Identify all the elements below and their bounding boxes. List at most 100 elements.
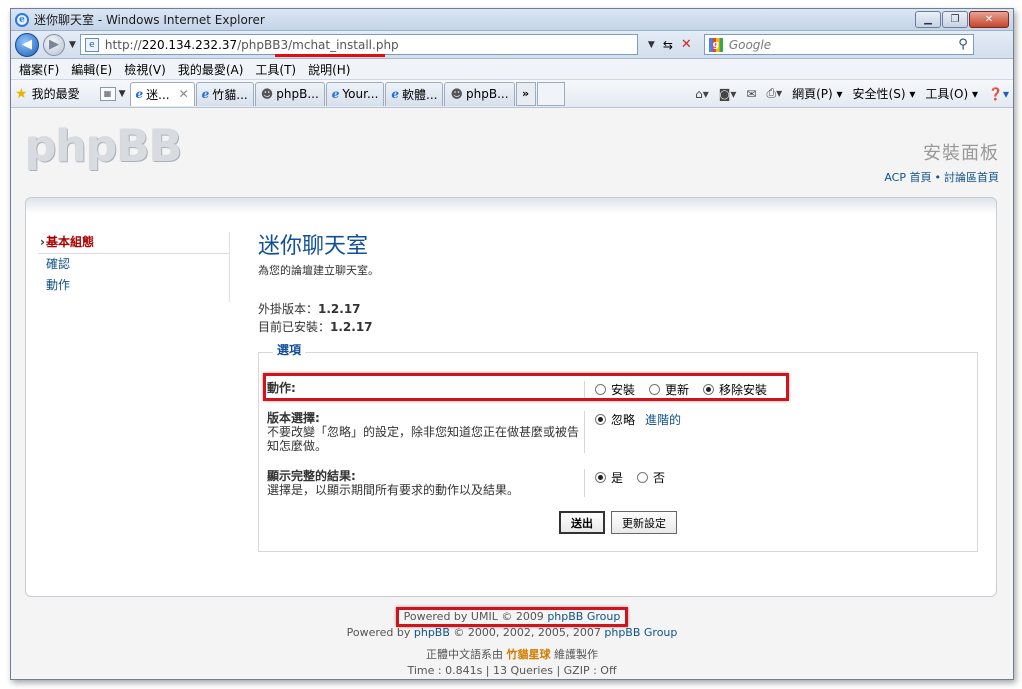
refresh-icon[interactable]: ⇆ bbox=[663, 38, 673, 52]
favorites-button[interactable]: ★ 我的最愛 bbox=[15, 85, 80, 102]
panel-title: 安裝面板 bbox=[923, 143, 999, 164]
page-description: 為您的論壇建立聊天室。 bbox=[258, 264, 379, 277]
menu-file[interactable]: 檔案(F) bbox=[19, 61, 59, 78]
more-tabs-button[interactable]: » bbox=[515, 81, 536, 106]
tab-label: 迷... bbox=[146, 87, 170, 102]
sidebar-item-basic-config[interactable]: 基本組態 bbox=[38, 232, 229, 254]
address-controls: ▼ ⇆ ✕ bbox=[648, 37, 692, 52]
google-icon: g bbox=[708, 37, 723, 52]
version-select-label: 版本選擇: bbox=[267, 411, 320, 425]
tab-list-dropdown-icon[interactable]: ▼ bbox=[119, 89, 126, 99]
stop-icon[interactable]: ✕ bbox=[681, 37, 692, 52]
version-info: 外掛版本：1.2.17 目前已安裝：1.2.17 bbox=[258, 300, 980, 336]
home-icon[interactable]: ⌂▾ bbox=[695, 87, 709, 101]
phpbb-logo: phpBB bbox=[25, 121, 182, 172]
minimize-button[interactable]: ▁ bbox=[915, 11, 941, 28]
address-field[interactable]: e http://220.134.232.37/phpBB3/mchat_ins… bbox=[79, 34, 638, 57]
submit-button[interactable]: 送出 bbox=[559, 511, 605, 534]
command-bar: ⌂▾ ◙▾ ✉ ⎙▾ 網頁(P) ▾ 安全性(S) ▾ 工具(O) ▾ ❓▾ bbox=[695, 85, 1013, 102]
acp-home-link[interactable]: ACP 首頁 bbox=[884, 171, 931, 184]
url-path: /phpBB3/mchat_install.php bbox=[237, 37, 399, 52]
address-toolbar: ◀ ▶ ▼ e http://220.134.232.37/phpBB3/mch… bbox=[11, 31, 1013, 59]
page-menu-label: 網頁(P) bbox=[792, 87, 833, 101]
tab-3[interactable]: ☻ phpB... bbox=[254, 81, 325, 106]
reset-button[interactable]: 更新設定 bbox=[611, 511, 677, 534]
page-menu[interactable]: 網頁(P) ▾ bbox=[792, 85, 842, 102]
star-icon: ★ bbox=[15, 85, 28, 102]
favorites-bar: ★ 我的最愛 ▦ ▼ e 迷... ✕ e 竹貓... ☻ phpB... e … bbox=[11, 80, 1013, 108]
search-input[interactable]: g Google ⚲ bbox=[703, 34, 974, 55]
search-placeholder: Google bbox=[728, 37, 772, 52]
version-select-help: 不要改變「忽略」的設定，除非您知道您正在做甚麼或被告知怎麼做。 bbox=[267, 425, 580, 453]
tab-label: phpB... bbox=[466, 87, 509, 101]
help-icon[interactable]: ❓▾ bbox=[988, 87, 1009, 101]
menu-edit[interactable]: 編輯(E) bbox=[71, 61, 112, 78]
umil-highlight-box bbox=[395, 607, 629, 627]
quick-tabs-icon[interactable]: ▦ bbox=[99, 86, 116, 101]
version-ignore-radio[interactable]: 忽略 bbox=[595, 411, 635, 428]
url-prefix: http:// bbox=[104, 37, 142, 52]
version-select-row: 版本選擇: 不要改變「忽略」的設定，除非您知道您正在做甚麼或被告知怎麼做。 忽略 … bbox=[267, 411, 971, 453]
page-title: 迷你聊天室 bbox=[258, 234, 369, 259]
new-tab-button[interactable] bbox=[536, 81, 565, 106]
installed-version-label: 目前已安裝： bbox=[258, 320, 331, 334]
forward-button[interactable]: ▶ bbox=[43, 33, 65, 56]
safety-menu[interactable]: 安全性(S) ▾ bbox=[853, 85, 916, 102]
show-results-row: 顯示完整的結果: 選擇是，以顯示期間所有要求的動作以及結果。 是 否 bbox=[267, 469, 971, 497]
options-legend: 選項 bbox=[273, 341, 306, 358]
print-icon[interactable]: ⎙▾ bbox=[766, 86, 782, 101]
history-dropdown-icon[interactable]: ▼ bbox=[69, 40, 76, 50]
page-content: phpBB 安裝面板 ACP 首頁•討論區首頁 基本組態 確認 動作 迷你聊天室… bbox=[11, 111, 1013, 679]
feeds-icon[interactable]: ◙▾ bbox=[719, 87, 737, 101]
tab-6[interactable]: ☻ phpB... bbox=[444, 81, 515, 106]
menu-favorites[interactable]: 我的最愛(A) bbox=[178, 61, 244, 78]
tab-label: phpB... bbox=[276, 87, 319, 101]
version-advanced-link[interactable]: 進階的 bbox=[645, 411, 681, 428]
mod-version-label: 外掛版本： bbox=[258, 302, 319, 316]
menu-view[interactable]: 檢視(V) bbox=[124, 61, 166, 78]
safety-menu-label: 安全性(S) bbox=[852, 87, 906, 101]
sidebar-item-confirm[interactable]: 確認 bbox=[38, 254, 229, 275]
url-host: 220.134.232.37 bbox=[141, 37, 238, 52]
menu-help[interactable]: 說明(H) bbox=[308, 61, 350, 78]
tab-1[interactable]: e 迷... ✕ bbox=[129, 81, 195, 106]
close-button[interactable]: ✕ bbox=[969, 11, 1009, 28]
people-icon: ☻ bbox=[260, 87, 274, 101]
options-fieldset: 選項 動作: 安裝 更新 移除安裝 版本選擇: 不要改變「忽略」的設定，除非您知道… bbox=[258, 341, 978, 552]
radio-circle-selected bbox=[595, 472, 606, 483]
phpbb-link[interactable]: phpBB bbox=[414, 626, 450, 639]
translation-team-link[interactable]: 竹貓星球 bbox=[507, 648, 551, 661]
restore-button[interactable]: ❐ bbox=[942, 11, 968, 28]
tab-label: 軟體... bbox=[402, 87, 438, 102]
menu-tools[interactable]: 工具(T) bbox=[255, 61, 296, 78]
search-icon[interactable]: ⚲ bbox=[958, 37, 968, 52]
form-buttons: 送出 更新設定 bbox=[559, 511, 677, 534]
mod-version-value: 1.2.17 bbox=[318, 302, 361, 316]
installed-version-value: 1.2.17 bbox=[330, 320, 373, 334]
tab-2[interactable]: e 竹貓... bbox=[195, 81, 254, 106]
main-column: 迷你聊天室 為您的論壇建立聊天室。 外掛版本：1.2.17 目前已安裝：1.2.… bbox=[258, 228, 980, 552]
mod-version-row: 外掛版本：1.2.17 bbox=[258, 300, 980, 318]
back-button[interactable]: ◀ bbox=[15, 32, 39, 57]
tools-menu[interactable]: 工具(O) ▾ bbox=[925, 85, 978, 102]
ie-icon: e bbox=[391, 87, 400, 101]
phpbb-group-link[interactable]: phpBB Group bbox=[604, 626, 677, 639]
header-right: 安裝面板 ACP 首頁 • 討論區首頁 bbox=[884, 139, 999, 185]
version-select-options: 忽略 進階的 bbox=[585, 411, 681, 453]
tab-label: Your... bbox=[342, 87, 379, 101]
show-results-no-radio[interactable]: 否 bbox=[637, 469, 665, 486]
sidebar-item-action[interactable]: 動作 bbox=[38, 275, 229, 296]
favorites-label: 我的最愛 bbox=[31, 87, 80, 101]
mail-icon[interactable]: ✉ bbox=[746, 87, 756, 101]
show-results-yes-label: 是 bbox=[611, 471, 624, 485]
close-tab-icon[interactable]: ✕ bbox=[179, 87, 189, 101]
tab-4[interactable]: e Your... bbox=[325, 81, 385, 106]
page-stats: Time : 0.841s | 13 Queries | GZIP : Off bbox=[407, 664, 617, 677]
title-bar: e 迷你聊天室 - Windows Internet Explorer ▁ ❐ … bbox=[11, 9, 1013, 31]
forum-home-link[interactable]: 討論區首頁 bbox=[944, 171, 999, 184]
tab-5[interactable]: e 軟體... bbox=[385, 81, 444, 106]
address-dropdown-icon[interactable]: ▼ bbox=[648, 40, 655, 50]
page-footer: Powered by UMIL © 2009 phpBB Group Power… bbox=[11, 607, 1013, 679]
show-results-yes-radio[interactable]: 是 bbox=[595, 469, 623, 486]
tab-label: 竹貓... bbox=[212, 87, 248, 102]
